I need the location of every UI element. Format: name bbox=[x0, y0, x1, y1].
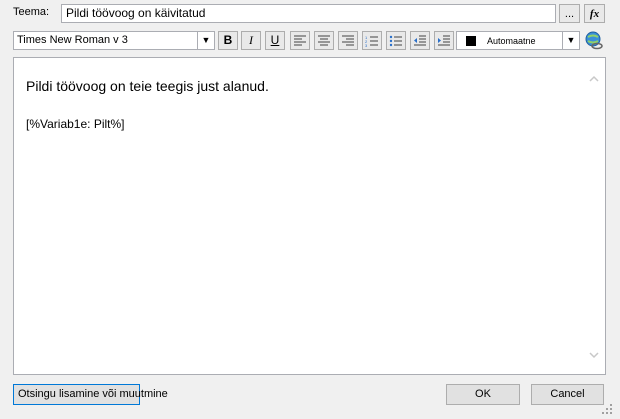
font-select[interactable]: Times New Roman v 3 ▼ bbox=[13, 31, 215, 50]
bold-icon: B bbox=[223, 33, 233, 47]
cancel-label: Cancel bbox=[550, 388, 585, 400]
align-right-icon bbox=[342, 35, 354, 46]
ok-button[interactable]: OK bbox=[446, 384, 520, 405]
font-color-select[interactable]: Automaatne ▼ bbox=[456, 31, 580, 50]
svg-text:3: 3 bbox=[365, 43, 368, 48]
decrease-indent-button[interactable] bbox=[410, 31, 430, 50]
ok-label: OK bbox=[475, 388, 491, 400]
font-select-value: Times New Roman v 3 bbox=[17, 34, 128, 46]
resize-grip-icon[interactable] bbox=[600, 402, 614, 416]
align-center-icon bbox=[318, 35, 330, 46]
cancel-button[interactable]: Cancel bbox=[531, 384, 604, 405]
align-left-button[interactable] bbox=[290, 31, 310, 50]
subject-input[interactable]: Pildi töövoog on käivitatud bbox=[61, 4, 556, 23]
message-body-editor[interactable]: Pildi töövoog on teie teegis just alanud… bbox=[13, 57, 606, 375]
function-icon: fx bbox=[589, 8, 600, 20]
underline-button[interactable]: U bbox=[265, 31, 285, 50]
color-swatch bbox=[466, 36, 476, 46]
browse-button[interactable]: ... bbox=[559, 4, 580, 23]
outdent-icon bbox=[414, 35, 426, 46]
bullet-list-button[interactable] bbox=[386, 31, 406, 50]
increase-indent-button[interactable] bbox=[434, 31, 454, 50]
bold-button[interactable]: B bbox=[218, 31, 238, 50]
scroll-down-icon[interactable] bbox=[587, 348, 601, 362]
numbered-list-button[interactable]: 1 2 3 bbox=[362, 31, 382, 50]
numbered-list-icon: 1 2 3 bbox=[365, 35, 378, 48]
align-right-button[interactable] bbox=[338, 31, 358, 50]
globe-link-icon bbox=[585, 31, 603, 50]
browse-button-label: ... bbox=[564, 8, 575, 20]
underline-icon: U bbox=[270, 33, 280, 47]
insert-lookup-label: Otsingu lisamine või muutmine bbox=[18, 388, 168, 400]
chevron-down-icon[interactable]: ▼ bbox=[197, 32, 214, 49]
function-button[interactable]: fx bbox=[584, 4, 605, 23]
align-center-button[interactable] bbox=[314, 31, 334, 50]
indent-icon bbox=[438, 35, 450, 46]
italic-button[interactable]: I bbox=[241, 31, 261, 50]
align-left-icon bbox=[294, 35, 306, 46]
body-line-2: [%Variab1e: Pilt%] bbox=[26, 117, 125, 131]
insert-link-button[interactable] bbox=[584, 31, 604, 51]
insert-lookup-button[interactable]: Otsingu lisamine või muutmine bbox=[13, 384, 168, 405]
font-color-value: Automaatne bbox=[487, 36, 536, 46]
scroll-up-icon[interactable] bbox=[587, 72, 601, 86]
italic-icon: I bbox=[249, 33, 253, 47]
bullet-list-icon bbox=[389, 35, 402, 47]
chevron-down-icon[interactable]: ▼ bbox=[562, 32, 579, 49]
body-line-1: Pildi töövoog on teie teegis just alanud… bbox=[26, 78, 269, 94]
subject-label: Teema: bbox=[13, 6, 50, 18]
